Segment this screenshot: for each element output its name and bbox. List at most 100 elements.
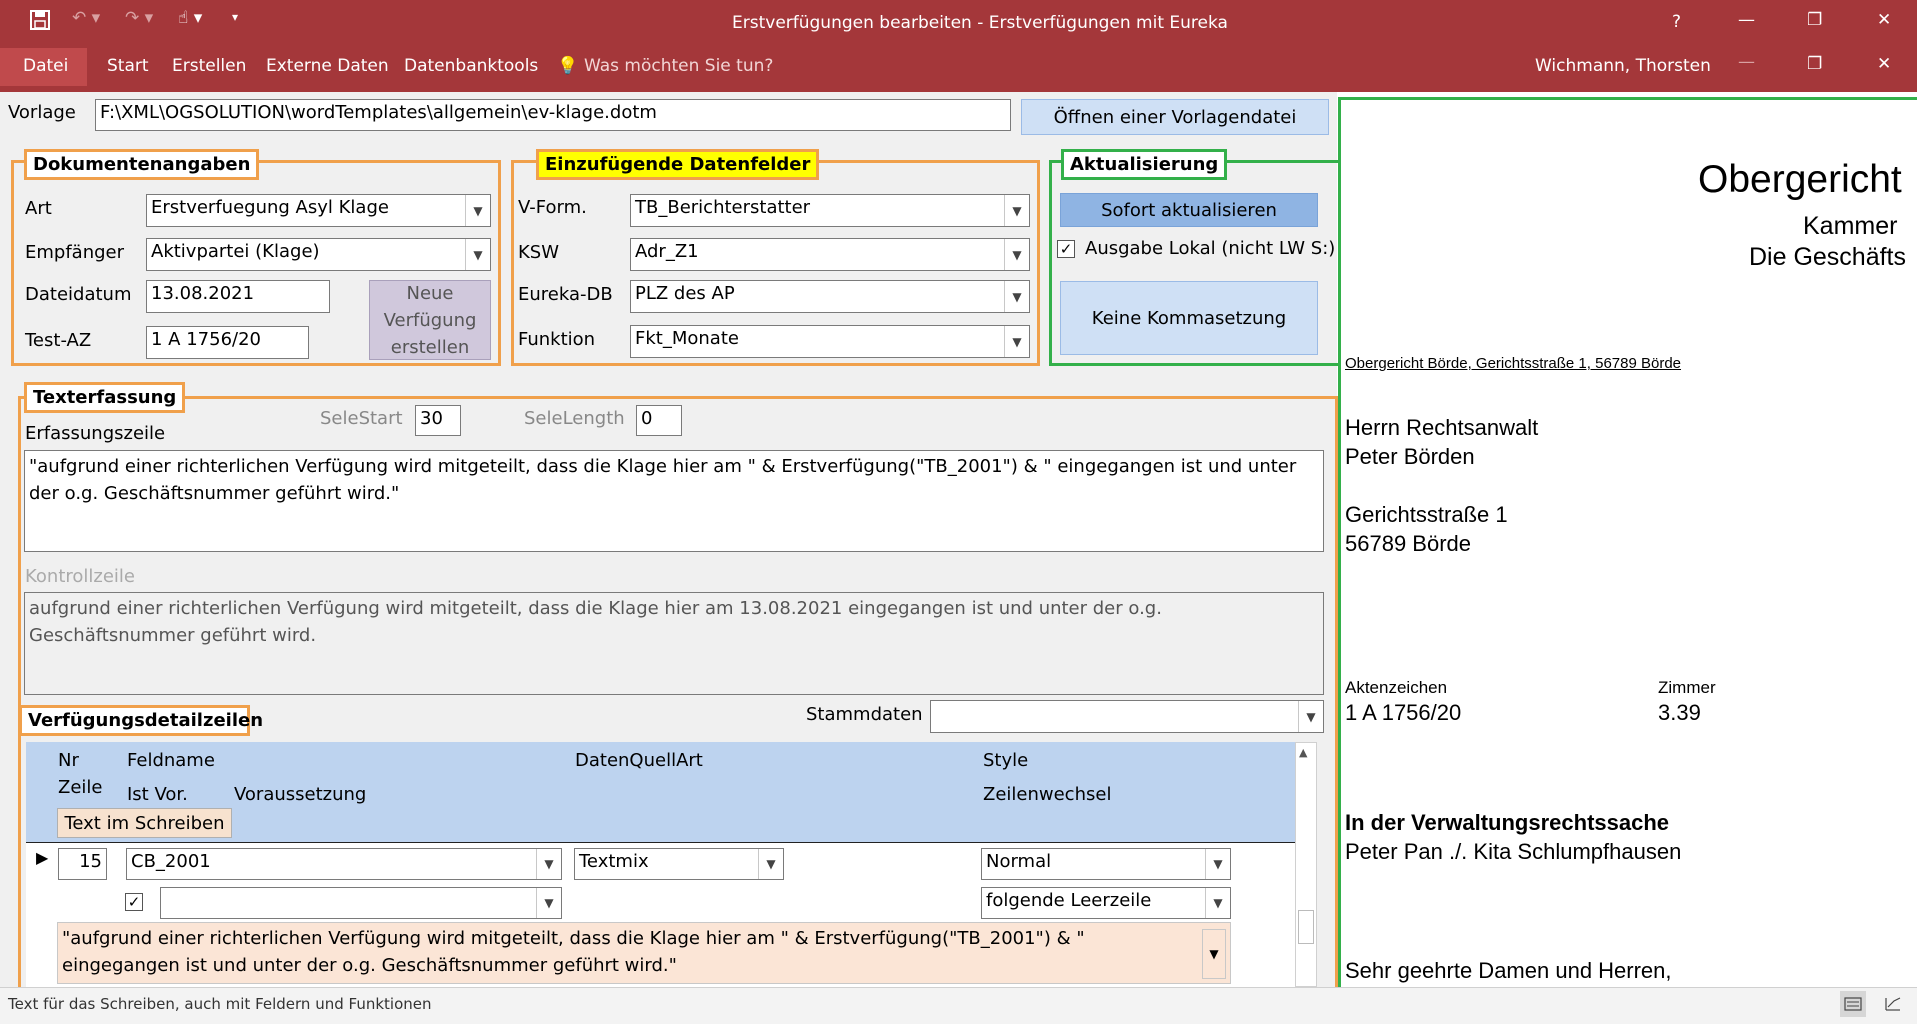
preview-zimmer-value: 3.39 [1658,700,1701,725]
datenfelder-title: Einzufügende Datenfelder [536,149,820,180]
row-zeilenwechsel-combo[interactable]: folgende Leerzeile ▼ [981,887,1231,919]
tab-datei[interactable]: Datei [23,56,68,76]
save-icon[interactable] [30,10,50,30]
art-combo[interactable]: Erstverfuegung Asyl Klage ▼ [146,194,491,227]
vform-value: TB_Berichterstatter [635,197,811,218]
neue-button-line1: Neue [406,282,454,304]
kontrollzeile-textarea: aufgrund einer richterlichen Verfügung w… [24,592,1324,695]
col-feldname: Feldname [127,750,215,771]
col-zeilenwechsel: Zeilenwechsel [983,784,1112,805]
neue-button-line2: Verfügung [383,309,477,331]
row-istvor-checkbox[interactable]: ✓ [125,893,143,911]
art-label: Art [25,198,52,219]
col-zeile: Zeile [58,777,103,798]
eureka-combo[interactable]: PLZ des AP ▼ [630,280,1030,313]
funktion-combo[interactable]: Fkt_Monate ▼ [630,325,1030,358]
stammdaten-combo[interactable]: ▼ [930,700,1324,733]
preview-addr3: Gerichtsstraße 1 [1345,502,1508,527]
customize-toolbar-icon[interactable]: ▾ [232,10,238,24]
ausgabe-lokal-checkbox[interactable]: ✓ [1057,240,1075,258]
chevron-down-icon[interactable]: ▼ [1205,888,1230,918]
tell-me-search[interactable]: Was möchten Sie tun? [584,56,773,76]
vform-combo[interactable]: TB_Berichterstatter ▼ [630,194,1030,227]
doc-close-button[interactable]: ✕ [1877,54,1891,74]
undo-icon[interactable]: ↶ ▾ [72,8,100,28]
doc-restore-button[interactable]: ❐ [1807,54,1822,74]
chevron-down-icon[interactable]: ▼ [758,849,783,879]
funktion-label: Funktion [518,329,596,350]
restore-button[interactable]: ❐ [1807,10,1822,30]
chevron-down-icon[interactable]: ▼ [1004,326,1029,357]
vform-label: V-Form. [518,197,587,218]
preview-addr1: Herrn Rechtsanwalt [1345,415,1539,440]
row-voraussetzung-combo[interactable]: ▼ [160,887,562,919]
art-value: Erstverfuegung Asyl Klage [151,197,389,218]
doc-minimize-button[interactable]: — [1738,52,1755,72]
kontrollzeile-label: Kontrollzeile [25,566,136,587]
window-title: Erstverfügungen bearbeiten - Erstverfügu… [732,13,1228,33]
preview-court-title: Obergericht [1698,158,1902,201]
touch-mode-icon[interactable]: ☝ ▾ [178,8,202,28]
row-feldname-combo[interactable]: CB_2001 ▼ [126,848,562,880]
dateidatum-input[interactable]: 13.08.2021 [146,280,330,313]
chevron-down-icon[interactable]: ▼ [536,888,561,918]
tab-erstellen[interactable]: Erstellen [172,56,246,76]
preview-addr4: 56789 Börde [1345,531,1471,556]
row-nr-input[interactable]: 15 [58,848,107,880]
chevron-down-icon[interactable]: ▼ [1202,929,1226,979]
preview-zimmer-label: Zimmer [1658,678,1716,697]
tab-externe-daten[interactable]: Externe Daten [266,56,389,76]
ksw-combo[interactable]: Adr_Z1 ▼ [630,238,1030,271]
row-text-textarea[interactable]: "aufgrund einer richterlichen Verfügung … [57,922,1231,984]
erfassungszeile-textarea[interactable]: "aufgrund einer richterlichen Verfügung … [24,450,1324,552]
chevron-down-icon[interactable]: ▼ [1004,195,1029,226]
eureka-value: PLZ des AP [635,283,735,304]
redo-icon[interactable]: ↷ ▾ [125,8,153,28]
empfaenger-value: Aktivpartei (Klage) [151,241,320,262]
detail-scrollbar[interactable] [1295,742,1317,987]
selelength-input[interactable]: 0 [636,405,682,436]
detail-title: Verfügungsdetailzeilen [19,705,263,736]
dokumentenangaben-title: Dokumentenangaben [24,149,260,180]
selelength-label: SeleLength [524,408,625,429]
tab-start[interactable]: Start [107,56,149,76]
open-template-button[interactable]: Öffnen einer Vorlagendatei [1021,99,1329,135]
design-view-icon[interactable] [1880,991,1906,1017]
chevron-down-icon[interactable]: ▼ [465,195,490,226]
user-name[interactable]: Wichmann, Thorsten [1535,56,1711,76]
help-icon[interactable]: ? [1672,12,1681,32]
form-view-icon[interactable] [1840,991,1866,1017]
scroll-up-icon[interactable]: ▲ [1299,746,1307,759]
vorlage-path-input[interactable]: F:\XML\OGSOLUTION\wordTemplates\allgemei… [95,99,1011,131]
chevron-down-icon[interactable]: ▼ [1298,701,1323,732]
row-datenquellart-value: Textmix [579,851,649,872]
scroll-thumb[interactable] [1298,910,1314,944]
chevron-down-icon[interactable]: ▼ [465,239,490,270]
preview-sender-line: Obergericht Börde, Gerichtsstraße 1, 567… [1345,355,1682,372]
empfaenger-combo[interactable]: Aktivpartei (Klage) ▼ [146,238,491,271]
tab-datenbanktools[interactable]: Datenbanktools [404,56,538,76]
record-selector-icon[interactable]: ▶ [36,848,48,867]
stammdaten-label: Stammdaten [806,704,923,725]
chevron-down-icon[interactable]: ▼ [1004,239,1029,270]
preview-az-value: 1 A 1756/20 [1345,700,1462,725]
dateidatum-label: Dateidatum [25,284,132,305]
col-datenquellart: DatenQuellArt [575,750,703,771]
erfassung-line2: der o.g. Geschäftsnummer geführt wird." [29,483,400,504]
selestart-input[interactable]: 30 [415,405,461,436]
preview-sache: In der Verwaltungsrechtssache [1345,810,1670,835]
ausgabe-lokal-label: Ausgabe Lokal (nicht LW S:) [1085,238,1336,259]
chevron-down-icon[interactable]: ▼ [1004,281,1029,312]
keine-kommasetzung-button[interactable]: Keine Kommasetzung [1060,281,1318,355]
text-im-schreiben-header[interactable]: Text im Schreiben [57,808,232,838]
neue-verfuegung-button[interactable]: Neue Verfügung erstellen [369,280,491,360]
testaz-input[interactable]: 1 A 1756/20 [146,326,309,359]
chevron-down-icon[interactable]: ▼ [1205,849,1230,879]
row-datenquellart-combo[interactable]: Textmix ▼ [574,848,784,880]
close-button[interactable]: ✕ [1877,10,1891,30]
sofort-aktualisieren-button[interactable]: Sofort aktualisieren [1060,193,1318,227]
preview-kammer: Kammer [1803,212,1898,240]
minimize-button[interactable]: — [1738,10,1755,30]
chevron-down-icon[interactable]: ▼ [536,849,561,879]
row-style-combo[interactable]: Normal ▼ [981,848,1231,880]
